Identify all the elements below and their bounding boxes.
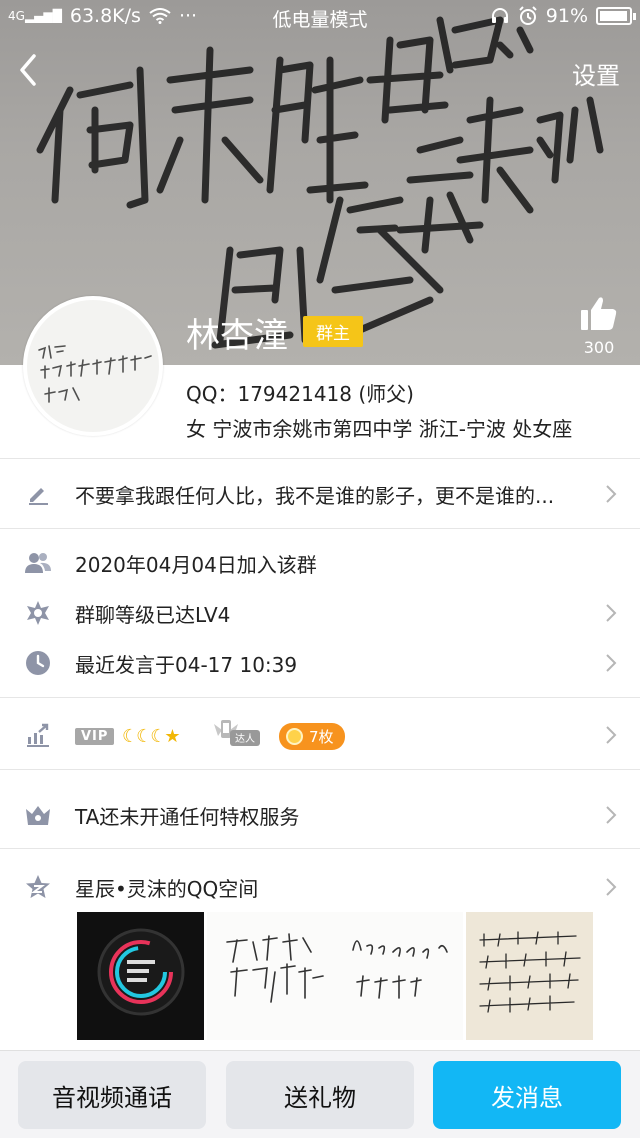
alarm-icon [519,6,537,25]
like-button[interactable]: 300 [578,296,620,357]
pencil-icon [24,480,52,508]
bottom-action-bar: 音视频通话 送礼物 发消息 [0,1050,640,1138]
divider [0,848,640,849]
group-level-row[interactable]: 群聊等级已达LV4 [0,593,640,633]
settings-button[interactable]: 设置 [572,56,620,91]
last-message-text: 最近发言于04-17 10:39 [75,652,298,677]
avatar[interactable] [23,296,163,436]
medal-icon [286,728,303,745]
avatar-handwriting-image [38,345,152,403]
qzone-photo[interactable] [77,912,204,1040]
chevron-right-icon [606,654,617,672]
divider [0,697,640,698]
chevron-right-icon [606,485,617,503]
qq-level-row[interactable]: VIP ☾☾☾★ 达人 7枚 [0,715,640,755]
av-call-button[interactable]: 音视频通话 [18,1061,206,1129]
group-level-text: 群聊等级已达LV4 [75,602,231,627]
qzone-photo-strip [77,912,593,1040]
divider [0,769,640,770]
battery-percent: 91% [545,5,588,27]
like-count: 300 [583,338,615,357]
calligraphy-photo-image [226,933,448,1003]
expert-badge-icon: 达人 [214,720,260,746]
profile-info: 女 宁波市余姚市第四中学 浙江-宁波 处女座 [186,417,573,441]
handwritten-note-image [479,931,581,1013]
level-moons-icon: ☾☾☾★ [122,726,181,747]
last-message-row[interactable]: 最近发言于04-17 10:39 [0,643,640,683]
signature-row[interactable]: 不要拿我跟任何人比，我不是谁的影子，更不是谁的... [0,474,640,514]
members-icon [24,549,52,577]
group-owner-badge: 群主 [303,316,363,347]
qzone-star-icon [24,873,52,901]
qq-number: QQ：179421418 (师父) [186,382,414,406]
joined-date-text: 2020年04月04日加入该群 [75,552,317,577]
joined-date-row: 2020年04月04日加入该群 [0,543,640,583]
chevron-right-icon [606,878,617,896]
chevron-right-icon [606,604,617,622]
expert-badge-label: 达人 [235,733,255,745]
status-bar: 4G▂▄▆█ 63.8K/s ··· 低电量模式 91% [0,0,640,34]
medal-count: 7枚 [309,728,334,746]
clock-icon [24,649,52,677]
headset-icon [491,8,508,23]
chevron-right-icon [606,806,617,824]
qzone-photo[interactable] [466,912,593,1040]
privilege-text: TA还未开通任何特权服务 [75,804,300,829]
privilege-row[interactable]: TA还未开通任何特权服务 [0,795,640,835]
qzone-text: 星辰•灵沫的QQ空间 [75,876,259,901]
badge-strip: VIP ☾☾☾★ 达人 7枚 [0,720,640,750]
chevron-right-icon [606,726,617,744]
smartwatch-photo-image [97,928,185,1016]
crown-icon [24,801,52,829]
divider [0,528,640,529]
qzone-photo[interactable] [207,912,463,1040]
send-message-button[interactable]: 发消息 [433,1061,621,1129]
profile-name: 林杏潼 [186,316,288,356]
battery-icon [596,7,636,25]
send-gift-button[interactable]: 送礼物 [226,1061,414,1129]
qzone-row[interactable]: 星辰•灵沫的QQ空间 [0,867,640,907]
status-right: 91% [490,5,636,27]
medal-count-badge[interactable]: 7枚 [279,723,345,750]
vip-badge: VIP [75,728,115,745]
thumbs-up-icon [581,297,617,330]
signature-text: 不要拿我跟任何人比，我不是谁的影子，更不是谁的... [75,483,555,508]
divider [0,458,640,459]
back-arrow-icon[interactable] [14,52,44,88]
star-badge-icon [24,599,52,627]
